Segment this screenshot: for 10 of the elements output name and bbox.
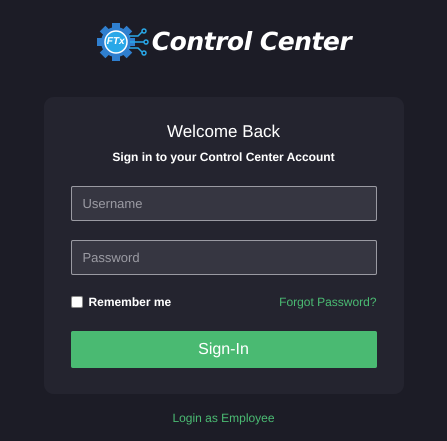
logo-text: Control Center	[152, 27, 352, 57]
input-field[interactable]: Username	[70, 186, 376, 221]
logo-badge-text: FTx	[106, 35, 125, 49]
forgot-password-link[interactable]: Forgot Password?	[279, 293, 376, 311]
remember-label: Remember me	[88, 294, 172, 311]
card-title: Welcome Back	[166, 121, 280, 143]
input-field[interactable]: Password	[70, 240, 376, 275]
employee-login-link[interactable]: Login as Employee	[172, 409, 275, 427]
card-subtitle: Sign in to your Control Center Account	[112, 149, 335, 165]
remember-checkbox[interactable]	[70, 296, 82, 308]
